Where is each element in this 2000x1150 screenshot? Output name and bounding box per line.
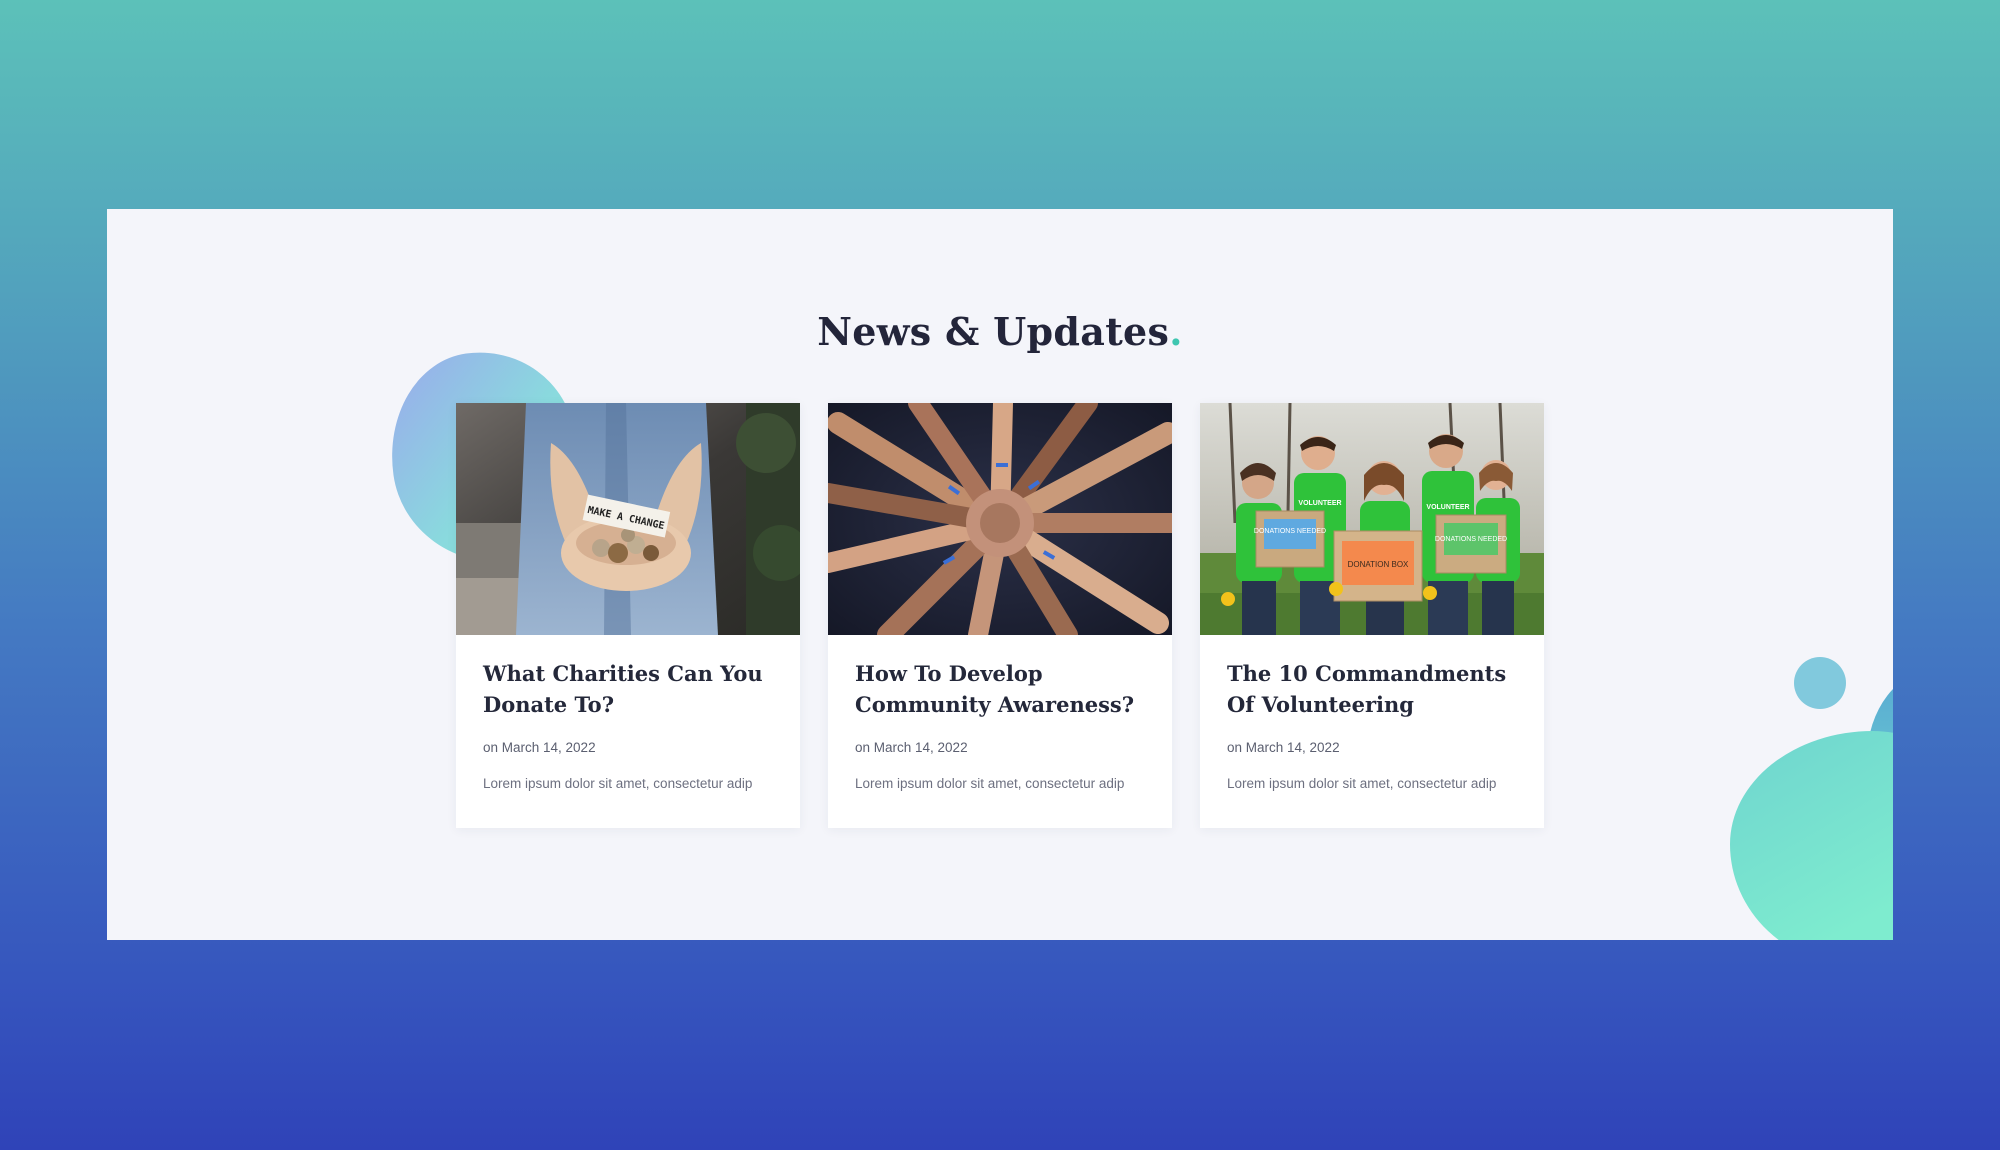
card-body: The 10 Commandments Of Volunteering on M…: [1200, 635, 1544, 791]
news-cards: MAKE A CHANGE What Charities Can You Don…: [456, 403, 1544, 828]
shirt-label: VOLUNTEER: [1298, 500, 1341, 507]
section-title-text: News & Updates: [817, 309, 1170, 354]
box-label-center: DONATION BOX: [1348, 560, 1409, 569]
news-card[interactable]: VOLUNTEER VOLUNTEER DONATIONS NEEDED DON…: [1200, 403, 1544, 828]
box-label-left: DONATIONS NEEDED: [1254, 528, 1326, 535]
box-label-right: DONATIONS NEEDED: [1435, 536, 1507, 543]
post-title[interactable]: How To Develop Community Awareness?: [855, 658, 1145, 720]
post-date: on March 14, 2022: [1227, 740, 1340, 755]
decorative-dot: [1794, 657, 1846, 709]
card-body: How To Develop Community Awareness? on M…: [828, 635, 1172, 791]
section-title: News & Updates.: [107, 309, 1893, 354]
post-excerpt: Lorem ipsum dolor sit amet, consectetur …: [1227, 776, 1497, 791]
hands-coins-image: MAKE A CHANGE: [456, 403, 800, 635]
post-title[interactable]: The 10 Commandments Of Volunteering: [1227, 658, 1517, 720]
news-card[interactable]: How To Develop Community Awareness? on M…: [828, 403, 1172, 828]
post-excerpt: Lorem ipsum dolor sit amet, consectetur …: [855, 776, 1125, 791]
volunteers-image: VOLUNTEER VOLUNTEER DONATIONS NEEDED DON…: [1200, 403, 1544, 635]
decorative-blob-right: [1730, 731, 1893, 940]
post-date: on March 14, 2022: [483, 740, 596, 755]
post-thumbnail[interactable]: MAKE A CHANGE: [456, 403, 800, 635]
shirt-label: VOLUNTEER: [1426, 504, 1469, 511]
news-section-panel: News & Updates. MAKE A CHANGE What Chari…: [107, 209, 1893, 940]
post-title[interactable]: What Charities Can You Donate To?: [483, 658, 773, 720]
post-thumbnail[interactable]: [828, 403, 1172, 635]
circle-of-hands-image: [828, 403, 1172, 635]
news-card[interactable]: MAKE A CHANGE What Charities Can You Don…: [456, 403, 800, 828]
card-body: What Charities Can You Donate To? on Mar…: [456, 635, 800, 791]
post-thumbnail[interactable]: VOLUNTEER VOLUNTEER DONATIONS NEEDED DON…: [1200, 403, 1544, 635]
post-excerpt: Lorem ipsum dolor sit amet, consectetur …: [483, 776, 753, 791]
section-title-accent: .: [1169, 309, 1183, 354]
post-date: on March 14, 2022: [855, 740, 968, 755]
